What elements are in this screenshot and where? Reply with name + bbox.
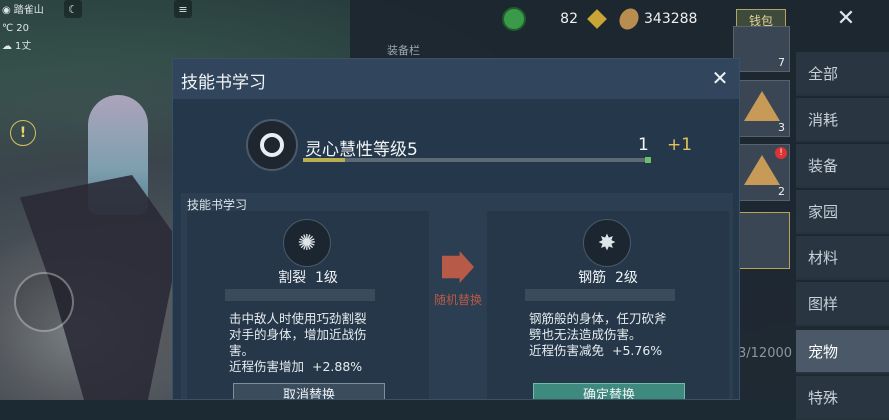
bonus-value: +2.88% [311,359,363,374]
category-all[interactable]: 全部 [796,52,889,96]
category-pattern[interactable]: 图样 [796,282,889,326]
location-hud: ◉ 踏雀山 ℃ 20 ☁ 1丈 [2,2,44,56]
skill-card-title: 钢筋 2级 [487,267,729,287]
equip-slot-label: 装备栏 [387,44,420,57]
gem-currency: 82 343288 [502,4,698,34]
location-pin-icon: ◉ [2,5,11,16]
skill-progress-bar [303,157,651,163]
people-count: 1丈 [15,41,32,52]
skill-card-name: 钢筋 [578,270,607,286]
bonus-label: 近程伤害减免 [529,343,605,358]
inventory-slot[interactable]: 3 [733,80,790,137]
item-icon [744,155,780,185]
skill-card-title: 割裂 1级 [187,267,429,287]
skill-card-description: 钢筋般的身体，任刀砍斧 劈也无法造成伤害。 近程伤害减免 +5.76% [529,311,699,359]
skill-card-name: 割裂 [278,270,307,286]
alert-badge: ! [775,147,787,159]
random-swap[interactable]: 随机替换 [429,251,487,308]
skill-card-track [225,289,375,301]
slot-count: 7 [778,56,785,69]
category-material[interactable]: 材料 [796,236,889,280]
desc-line: 击中敌人时使用巧劲割裂 [229,311,367,326]
temperature-icon: ℃ [2,23,14,34]
swap-arrow-icon [442,251,474,283]
swap-label: 随机替换 [433,293,482,307]
skill-increment: +1 [667,135,693,155]
new-skill-card: ✸ 钢筋 2级 钢筋般的身体，任刀砍斧 劈也无法造成伤害。 近程伤害减免 +5.… [487,211,729,399]
skill-card-level: 1级 [314,270,338,286]
category-consumable[interactable]: 消耗 [796,98,889,142]
slot-count: 3 [778,121,785,134]
skill-progress-fill [303,158,345,162]
skill-level: 1 [638,135,649,155]
cancel-replace-button[interactable]: 取消替换 [233,383,385,399]
moon-icon[interactable]: ☾ [64,0,82,18]
modal-title: 技能书学习 [181,73,266,93]
location-name: 踏雀山 [13,5,44,16]
desc-line: 对手的身体，增加近战伤 [229,327,367,342]
skill-book-modal: 技能书学习 ✕ 灵心慧性等级5 1 +1 技能书学习 ✺ 割裂 1级 击中敌人时… [172,58,740,400]
slot-count: 2 [778,185,785,198]
jade-icon [502,7,526,31]
category-equipment[interactable]: 装备 [796,144,889,188]
temperature-value: 20 [16,23,29,34]
warning-icon[interactable]: ! [10,120,36,146]
category-pet[interactable]: 宠物 [796,330,889,374]
eye-icon [260,133,284,157]
category-special[interactable]: 特殊 [796,376,889,420]
modal-header: 技能书学习 ✕ [173,59,739,99]
claw-icon: ✺ [283,219,331,267]
close-icon[interactable]: ✕ [707,65,733,91]
skill-swap-area: 技能书学习 ✺ 割裂 1级 击中敌人时使用巧劲割裂 对手的身体，增加近战伤 害。… [181,193,733,399]
desc-line: 钢筋般的身体，任刀砍斧 [529,311,667,326]
skill-card-track [525,289,675,301]
category-home[interactable]: 家园 [796,190,889,234]
inventory-slot[interactable]: 7 [733,26,790,72]
weather-icon: ☁ [2,41,12,52]
spike-icon: ✸ [583,219,631,267]
confirm-replace-button[interactable]: 确定替换 [533,383,685,399]
list-icon[interactable]: ≡ [174,0,192,18]
gem-count: 82 [560,11,578,27]
inventory-slot[interactable] [733,212,790,269]
skill-card-description: 击中敌人时使用巧劲割裂 对手的身体，增加近战伤 害。 近程伤害增加 +2.88% [229,311,399,375]
joystick[interactable] [14,272,74,332]
plus-gem-icon[interactable] [587,9,607,29]
item-icon [744,91,780,121]
desc-line: 害。 [229,343,255,358]
current-skill-card: ✺ 割裂 1级 击中敌人时使用巧劲割裂 对手的身体，增加近战伤 害。 近程伤害增… [187,211,429,399]
skill-icon [246,119,298,171]
inventory-slot[interactable]: ! 2 [733,144,790,201]
coin-count: 343288 [644,11,698,27]
bonus-value: +5.76% [611,343,663,358]
skill-name: 灵心慧性等级5 [305,140,418,160]
close-inventory-icon[interactable]: ✕ [826,0,866,36]
skill-card-level: 2级 [614,270,638,286]
skill-progress-end [645,157,651,163]
coin-icon [615,4,643,34]
bonus-label: 近程伤害增加 [229,359,305,374]
desc-line: 劈也无法造成伤害。 [529,327,642,342]
capacity-text: 3/12000 [738,346,793,361]
